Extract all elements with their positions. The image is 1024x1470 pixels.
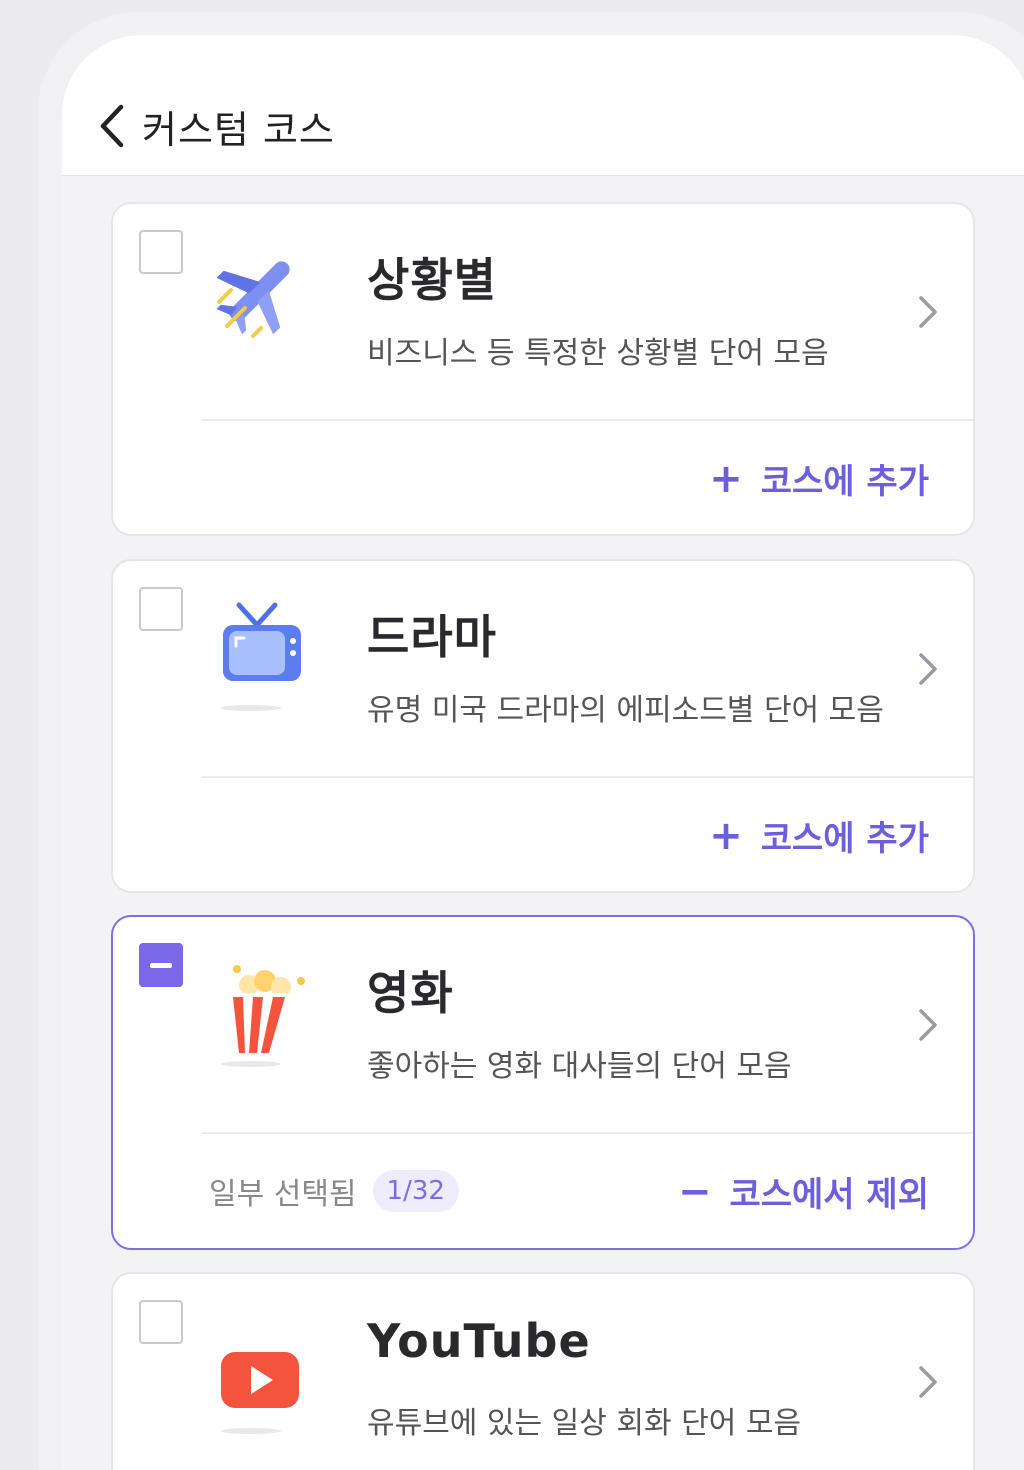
partial-selection-info: 일부 선택됨 1/32 xyxy=(209,1169,459,1213)
page-title: 커스텀 코스 xyxy=(142,108,335,152)
card-divider xyxy=(201,419,973,421)
course-checkbox[interactable] xyxy=(139,587,183,631)
chevron-right-icon[interactable] xyxy=(913,292,943,332)
course-title: 상황별 xyxy=(367,253,497,307)
app-header: 커스텀 코스 xyxy=(62,35,1024,176)
add-to-course-label: 코스에 추가 xyxy=(760,462,929,502)
popcorn-icon xyxy=(209,957,309,1067)
chevron-right-icon[interactable] xyxy=(913,1005,943,1045)
course-checkbox-partial[interactable] xyxy=(139,943,183,987)
partial-selected-label: 일부 선택됨 xyxy=(209,1177,357,1212)
minus-icon xyxy=(150,962,172,968)
course-title: 영화 xyxy=(367,966,454,1020)
course-card-movie[interactable]: 영화 좋아하는 영화 대사들의 단어 모음 일부 선택됨 1/32 − 코스에서… xyxy=(111,915,975,1250)
icon-shadow xyxy=(221,705,281,711)
selected-count-badge: 1/32 xyxy=(372,1170,459,1212)
icon-shadow xyxy=(221,1061,281,1067)
course-card-situation[interactable]: 상황별 비즈니스 등 특정한 상황별 단어 모음 + 코스에 추가 xyxy=(111,202,975,536)
card-divider xyxy=(201,1132,973,1134)
course-description: 유튜브에 있는 일상 회화 단어 모음 xyxy=(367,1406,802,1441)
course-title: YouTube xyxy=(367,1314,591,1368)
youtube-play-icon xyxy=(209,1314,309,1434)
tv-icon xyxy=(209,601,309,711)
icon-shadow xyxy=(221,1428,281,1434)
course-description: 비즈니스 등 특정한 상황별 단어 모음 xyxy=(367,336,829,371)
course-checkbox[interactable] xyxy=(139,230,183,274)
plus-icon: + xyxy=(709,812,743,859)
card-divider xyxy=(201,776,973,778)
plus-icon: + xyxy=(709,455,743,502)
remove-from-course-button[interactable]: − 코스에서 제외 xyxy=(678,1167,929,1216)
airplane-icon xyxy=(209,244,309,354)
course-card-youtube[interactable]: YouTube 유튜브에 있는 일상 회화 단어 모음 xyxy=(111,1272,975,1470)
course-checkbox[interactable] xyxy=(139,1300,183,1344)
remove-from-course-label: 코스에서 제외 xyxy=(729,1175,929,1215)
course-description: 좋아하는 영화 대사들의 단어 모음 xyxy=(367,1049,792,1084)
add-to-course-button[interactable]: + 코스에 추가 xyxy=(709,811,929,860)
minus-icon: − xyxy=(677,1168,712,1215)
chevron-left-icon xyxy=(100,104,124,148)
course-description: 유명 미국 드라마의 에피소드별 단어 모음 xyxy=(367,693,884,728)
course-title: 드라마 xyxy=(367,610,497,664)
back-button[interactable] xyxy=(92,101,132,151)
chevron-right-icon[interactable] xyxy=(913,1362,943,1402)
course-card-drama[interactable]: 드라마 유명 미국 드라마의 에피소드별 단어 모음 + 코스에 추가 xyxy=(111,559,975,893)
chevron-right-icon[interactable] xyxy=(913,649,943,689)
add-to-course-label: 코스에 추가 xyxy=(760,819,929,859)
add-to-course-button[interactable]: + 코스에 추가 xyxy=(709,454,929,503)
